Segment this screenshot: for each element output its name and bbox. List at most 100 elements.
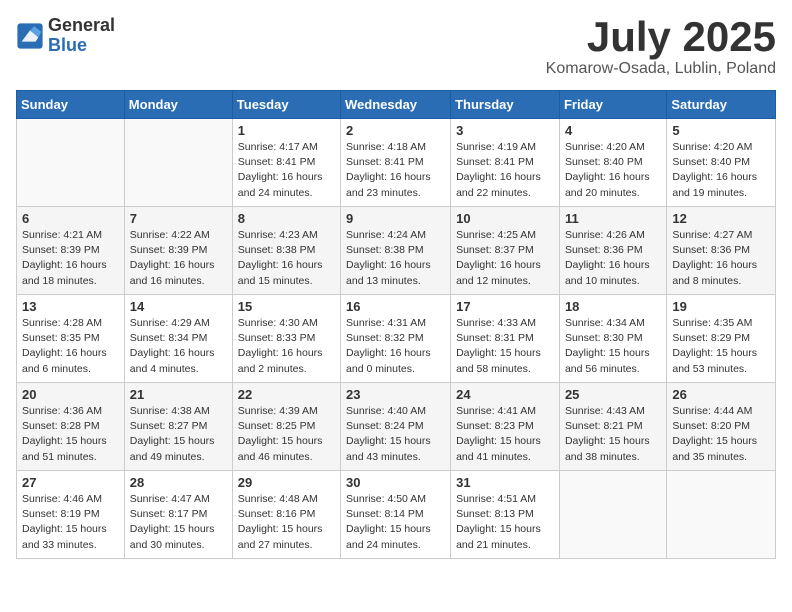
calendar-header-row: SundayMondayTuesdayWednesdayThursdayFrid… [17,91,776,119]
calendar-cell: 11 Sunrise: 4:26 AM Sunset: 8:36 PM Dayli… [559,207,666,295]
calendar-cell: 21Sunrise: 4:38 AM Sunset: 8:27 PM Dayli… [124,383,232,471]
day-number: 17 [456,299,554,314]
calendar-cell: 15 Sunrise: 4:30 AM Sunset: 8:33 PM Dayli… [232,295,340,383]
calendar-cell: 31 Sunrise: 4:51 AM Sunset: 8:13 PM Dayli… [451,471,560,559]
calendar-cell: 16 Sunrise: 4:31 AM Sunset: 8:32 PM Dayli… [341,295,451,383]
calendar-cell: 29 Sunrise: 4:48 AM Sunset: 8:16 PM Dayli… [232,471,340,559]
col-header-friday: Friday [559,91,666,119]
day-info: Sunrise: 4:29 AM Sunset: 8:34 PM Dayligh… [130,316,227,377]
day-info: Sunrise: 4:20 AM Sunset: 8:40 PM Dayligh… [672,140,770,201]
day-info: Sunrise: 4:18 AM Sunset: 8:41 PM Dayligh… [346,140,445,201]
day-info: Sunrise: 4:50 AM Sunset: 8:14 PM Dayligh… [346,492,445,553]
day-number: 9 [346,211,445,226]
day-info: Sunrise: 4:51 AM Sunset: 8:13 PM Dayligh… [456,492,554,553]
calendar-cell: 5 Sunrise: 4:20 AM Sunset: 8:40 PM Daylig… [667,119,776,207]
calendar-cell: 20Sunrise: 4:36 AM Sunset: 8:28 PM Dayli… [17,383,125,471]
calendar-cell: 30Sunrise: 4:50 AM Sunset: 8:14 PM Dayli… [341,471,451,559]
day-info: Sunrise: 4:41 AM Sunset: 8:23 PM Dayligh… [456,404,554,465]
calendar-cell: 7Sunrise: 4:22 AM Sunset: 8:39 PM Daylig… [124,207,232,295]
calendar-cell: 22 Sunrise: 4:39 AM Sunset: 8:25 PM Dayli… [232,383,340,471]
day-number: 8 [238,211,335,226]
day-info: Sunrise: 4:20 AM Sunset: 8:40 PM Dayligh… [565,140,661,201]
calendar-cell: 25 Sunrise: 4:43 AM Sunset: 8:21 PM Dayli… [559,383,666,471]
calendar-cell: 12Sunrise: 4:27 AM Sunset: 8:36 PM Dayli… [667,207,776,295]
calendar-cell: 19Sunrise: 4:35 AM Sunset: 8:29 PM Dayli… [667,295,776,383]
day-number: 26 [672,387,770,402]
calendar-cell: 14Sunrise: 4:29 AM Sunset: 8:34 PM Dayli… [124,295,232,383]
calendar-cell: 3Sunrise: 4:19 AM Sunset: 8:41 PM Daylig… [451,119,560,207]
day-info: Sunrise: 4:31 AM Sunset: 8:32 PM Dayligh… [346,316,445,377]
day-info: Sunrise: 4:17 AM Sunset: 8:41 PM Dayligh… [238,140,335,201]
day-info: Sunrise: 4:35 AM Sunset: 8:29 PM Dayligh… [672,316,770,377]
day-info: Sunrise: 4:48 AM Sunset: 8:16 PM Dayligh… [238,492,335,553]
calendar-cell: 4 Sunrise: 4:20 AM Sunset: 8:40 PM Daylig… [559,119,666,207]
day-info: Sunrise: 4:26 AM Sunset: 8:36 PM Dayligh… [565,228,661,289]
calendar-cell [667,471,776,559]
calendar-week-row: 6 Sunrise: 4:21 AM Sunset: 8:39 PM Daylig… [17,207,776,295]
calendar-week-row: 20Sunrise: 4:36 AM Sunset: 8:28 PM Dayli… [17,383,776,471]
month-title: July 2025 [546,16,776,58]
day-number: 24 [456,387,554,402]
location: Komarow-Osada, Lublin, Poland [546,60,776,78]
day-number: 4 [565,123,661,138]
calendar-cell: 28 Sunrise: 4:47 AM Sunset: 8:17 PM Dayli… [124,471,232,559]
day-number: 5 [672,123,770,138]
day-number: 21 [130,387,227,402]
day-number: 31 [456,475,554,490]
calendar-table: SundayMondayTuesdayWednesdayThursdayFrid… [16,90,776,559]
col-header-tuesday: Tuesday [232,91,340,119]
calendar-cell: 8 Sunrise: 4:23 AM Sunset: 8:38 PM Daylig… [232,207,340,295]
day-info: Sunrise: 4:40 AM Sunset: 8:24 PM Dayligh… [346,404,445,465]
logo-general: General [48,16,115,36]
day-info: Sunrise: 4:30 AM Sunset: 8:33 PM Dayligh… [238,316,335,377]
calendar-cell: 1Sunrise: 4:17 AM Sunset: 8:41 PM Daylig… [232,119,340,207]
day-number: 6 [22,211,119,226]
day-info: Sunrise: 4:33 AM Sunset: 8:31 PM Dayligh… [456,316,554,377]
day-number: 18 [565,299,661,314]
logo-text: General Blue [48,16,115,56]
day-number: 20 [22,387,119,402]
calendar-week-row: 27 Sunrise: 4:46 AM Sunset: 8:19 PM Dayli… [17,471,776,559]
calendar-cell [17,119,125,207]
day-number: 11 [565,211,661,226]
day-number: 13 [22,299,119,314]
day-info: Sunrise: 4:46 AM Sunset: 8:19 PM Dayligh… [22,492,119,553]
day-info: Sunrise: 4:23 AM Sunset: 8:38 PM Dayligh… [238,228,335,289]
day-number: 25 [565,387,661,402]
day-number: 22 [238,387,335,402]
col-header-monday: Monday [124,91,232,119]
day-info: Sunrise: 4:39 AM Sunset: 8:25 PM Dayligh… [238,404,335,465]
day-info: Sunrise: 4:34 AM Sunset: 8:30 PM Dayligh… [565,316,661,377]
calendar-cell: 10Sunrise: 4:25 AM Sunset: 8:37 PM Dayli… [451,207,560,295]
col-header-wednesday: Wednesday [341,91,451,119]
calendar-cell [124,119,232,207]
col-header-thursday: Thursday [451,91,560,119]
day-info: Sunrise: 4:25 AM Sunset: 8:37 PM Dayligh… [456,228,554,289]
calendar-cell: 2 Sunrise: 4:18 AM Sunset: 8:41 PM Daylig… [341,119,451,207]
logo-blue: Blue [48,36,115,56]
day-number: 15 [238,299,335,314]
calendar-cell: 6 Sunrise: 4:21 AM Sunset: 8:39 PM Daylig… [17,207,125,295]
day-info: Sunrise: 4:47 AM Sunset: 8:17 PM Dayligh… [130,492,227,553]
day-number: 29 [238,475,335,490]
col-header-sunday: Sunday [17,91,125,119]
day-info: Sunrise: 4:22 AM Sunset: 8:39 PM Dayligh… [130,228,227,289]
calendar-cell: 9Sunrise: 4:24 AM Sunset: 8:38 PM Daylig… [341,207,451,295]
calendar-week-row: 1Sunrise: 4:17 AM Sunset: 8:41 PM Daylig… [17,119,776,207]
day-number: 27 [22,475,119,490]
title-block: July 2025 Komarow-Osada, Lublin, Poland [546,16,776,78]
logo-icon [16,22,44,50]
day-info: Sunrise: 4:19 AM Sunset: 8:41 PM Dayligh… [456,140,554,201]
calendar-cell: 18 Sunrise: 4:34 AM Sunset: 8:30 PM Dayli… [559,295,666,383]
day-info: Sunrise: 4:43 AM Sunset: 8:21 PM Dayligh… [565,404,661,465]
day-number: 16 [346,299,445,314]
calendar-cell [559,471,666,559]
calendar-cell: 26Sunrise: 4:44 AM Sunset: 8:20 PM Dayli… [667,383,776,471]
day-info: Sunrise: 4:21 AM Sunset: 8:39 PM Dayligh… [22,228,119,289]
day-number: 23 [346,387,445,402]
page-header: General Blue July 2025 Komarow-Osada, Lu… [16,16,776,78]
day-number: 12 [672,211,770,226]
day-number: 2 [346,123,445,138]
calendar-cell: 27 Sunrise: 4:46 AM Sunset: 8:19 PM Dayli… [17,471,125,559]
day-number: 28 [130,475,227,490]
